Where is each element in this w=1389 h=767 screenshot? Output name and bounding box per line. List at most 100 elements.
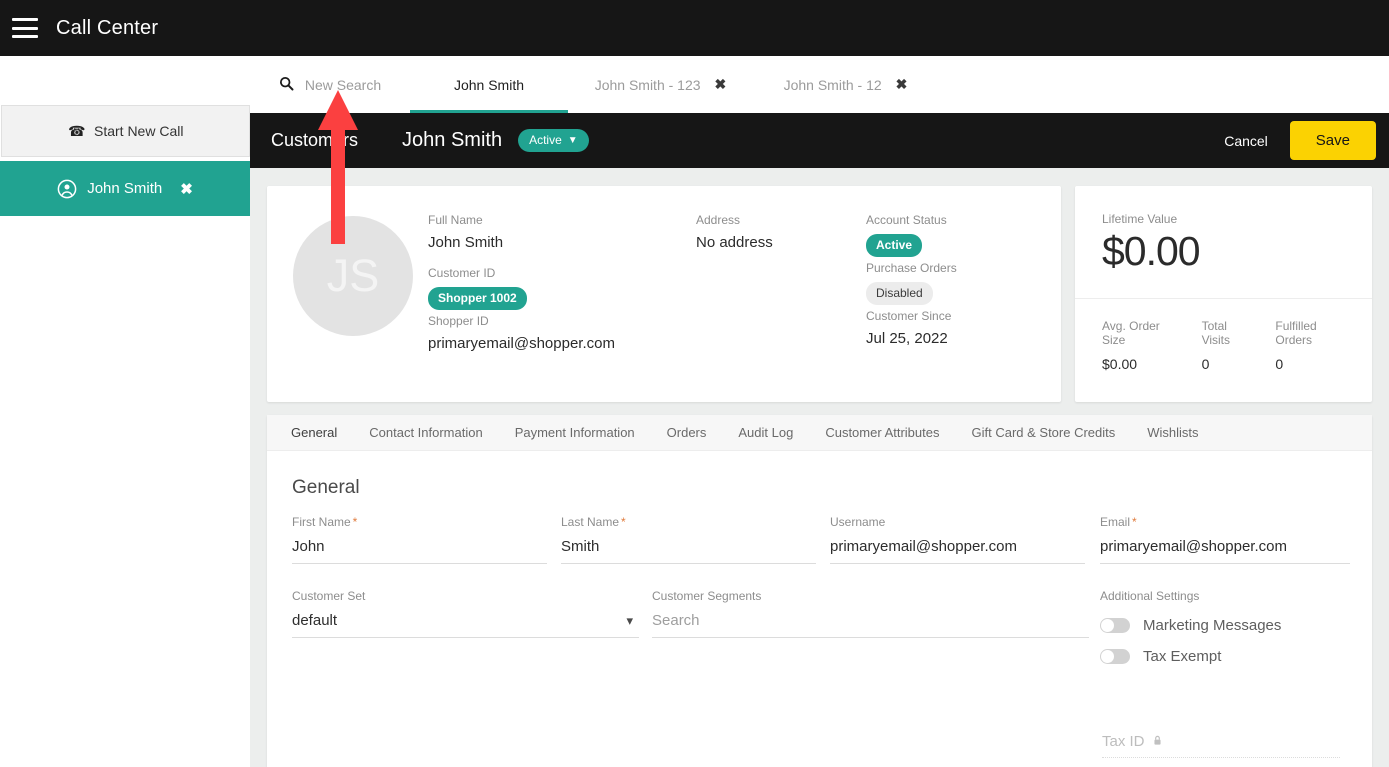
- customer-set-label: Customer Set: [292, 589, 639, 603]
- status-badge-dropdown[interactable]: Active ▼: [518, 129, 589, 152]
- start-new-call-button[interactable]: ☎ Start New Call: [1, 105, 250, 157]
- shopper-id-label: Shopper ID: [428, 314, 615, 328]
- status-badge-label: Active: [529, 133, 562, 147]
- email-label: Email*: [1100, 515, 1350, 529]
- lifetime-value-card: Lifetime Value $0.00 Avg. Order Size $0.…: [1075, 186, 1372, 402]
- lifetime-value-block: Lifetime Value $0.00: [1075, 186, 1372, 275]
- purchase-orders-badge: Disabled: [866, 282, 933, 305]
- tab-john-smith-123[interactable]: John Smith - 123 ✖: [568, 56, 753, 113]
- sidebar-active-call-label: John Smith: [87, 180, 162, 197]
- address-value: No address: [696, 234, 773, 251]
- customer-since-value: Jul 25, 2022: [866, 330, 951, 347]
- email-input[interactable]: primaryemail@shopper.com: [1100, 529, 1350, 564]
- field-customer-id: Customer ID Shopper 1002: [428, 266, 527, 310]
- field-username[interactable]: Username primaryemail@shopper.com: [830, 515, 1085, 564]
- lifetime-stats: Avg. Order Size $0.00 Total Visits 0 Ful…: [1102, 319, 1372, 372]
- customer-summary-card: JS Full Name John Smith Customer ID Shop…: [267, 186, 1061, 402]
- close-icon[interactable]: ✖: [715, 76, 727, 93]
- address-label: Address: [696, 213, 773, 227]
- tax-exempt-label: Tax Exempt: [1143, 648, 1221, 665]
- tab-payment-information[interactable]: Payment Information: [499, 425, 651, 440]
- main-area: New Search John Smith John Smith - 123 ✖…: [250, 56, 1389, 767]
- tab-orders[interactable]: Orders: [651, 425, 723, 440]
- tax-exempt-toggle[interactable]: [1100, 649, 1130, 664]
- field-email[interactable]: Email* primaryemail@shopper.com: [1100, 515, 1350, 564]
- field-tax-id: Tax ID: [1102, 733, 1340, 758]
- section-title-general: General: [292, 477, 1372, 499]
- app-title: Call Center: [56, 17, 158, 40]
- cancel-button[interactable]: Cancel: [1224, 133, 1268, 149]
- stat-value: 0: [1275, 356, 1352, 372]
- avatar: JS: [293, 216, 413, 336]
- hamburger-menu-icon[interactable]: [12, 18, 38, 38]
- tab-strip: New Search John Smith John Smith - 123 ✖…: [250, 56, 1389, 113]
- field-full-name: Full Name John Smith: [428, 213, 503, 251]
- field-customer-set[interactable]: Customer Set default ▾: [292, 589, 639, 638]
- lifetime-value-label: Lifetime Value: [1102, 212, 1372, 226]
- tab-wishlists[interactable]: Wishlists: [1131, 425, 1214, 440]
- close-icon[interactable]: ✖: [896, 76, 908, 93]
- full-name-label: Full Name: [428, 213, 503, 227]
- chevron-down-icon[interactable]: ▾: [626, 613, 633, 629]
- search-icon: [279, 76, 294, 94]
- customer-id-label: Customer ID: [428, 266, 527, 280]
- stat-avg-order-size: Avg. Order Size $0.00: [1102, 319, 1182, 372]
- stat-value: $0.00: [1102, 356, 1182, 372]
- breadcrumb-customers[interactable]: Customers: [271, 130, 358, 151]
- tab-contact-information[interactable]: Contact Information: [353, 425, 498, 440]
- tax-id-underline: [1102, 757, 1340, 758]
- first-name-input[interactable]: John: [292, 529, 547, 564]
- field-first-name[interactable]: First Name* John: [292, 515, 547, 564]
- last-name-input[interactable]: Smith: [561, 529, 816, 564]
- field-shopper-id: Shopper ID primaryemail@shopper.com: [428, 314, 615, 352]
- detail-subtab-bar: General Contact Information Payment Info…: [267, 415, 1372, 451]
- additional-settings-group: Additional Settings Marketing Messages T…: [1100, 589, 1360, 665]
- tab-john-smith-12-label: John Smith - 12: [784, 77, 882, 93]
- stat-value: 0: [1202, 356, 1256, 372]
- divider: [1075, 298, 1372, 299]
- customer-detail-panel: General Contact Information Payment Info…: [267, 415, 1372, 767]
- field-customer-segments[interactable]: Customer Segments Search: [652, 589, 1089, 638]
- user-circle-icon: [57, 179, 77, 199]
- tab-john-smith-label: John Smith: [454, 77, 524, 93]
- toggle-row-marketing-messages[interactable]: Marketing Messages: [1100, 617, 1360, 634]
- lifetime-value-amount: $0.00: [1102, 228, 1372, 275]
- account-status-badge: Active: [866, 234, 922, 257]
- customer-segments-input[interactable]: Search: [652, 603, 1089, 638]
- customer-since-label: Customer Since: [866, 309, 951, 323]
- toggle-row-tax-exempt[interactable]: Tax Exempt: [1100, 648, 1360, 665]
- field-last-name[interactable]: Last Name* Smith: [561, 515, 816, 564]
- field-address: Address No address: [696, 213, 773, 251]
- field-purchase-orders: Purchase Orders Disabled: [866, 261, 957, 305]
- tab-gift-card-store-credits[interactable]: Gift Card & Store Credits: [955, 425, 1131, 440]
- marketing-messages-label: Marketing Messages: [1143, 617, 1281, 634]
- customer-segments-label: Customer Segments: [652, 589, 1089, 603]
- tab-new-search-label: New Search: [305, 77, 381, 93]
- marketing-messages-toggle[interactable]: [1100, 618, 1130, 633]
- tab-john-smith-12[interactable]: John Smith - 12 ✖: [753, 56, 938, 113]
- phone-icon: ☎: [68, 123, 85, 140]
- tab-audit-log[interactable]: Audit Log: [722, 425, 809, 440]
- app-bar: Call Center: [0, 0, 1389, 56]
- additional-settings-label: Additional Settings: [1100, 589, 1360, 603]
- chevron-down-icon: ▼: [568, 135, 578, 146]
- sidebar-item-active-call[interactable]: John Smith ✖: [0, 161, 250, 216]
- page-title: John Smith: [402, 129, 502, 152]
- save-button[interactable]: Save: [1290, 121, 1376, 160]
- tab-customer-attributes[interactable]: Customer Attributes: [809, 425, 955, 440]
- shopper-id-value: primaryemail@shopper.com: [428, 335, 615, 352]
- tab-general[interactable]: General: [275, 425, 353, 440]
- stat-total-visits: Total Visits 0: [1202, 319, 1256, 372]
- customer-id-badge: Shopper 1002: [428, 287, 527, 310]
- tab-new-search[interactable]: New Search: [250, 56, 410, 113]
- username-input[interactable]: primaryemail@shopper.com: [830, 529, 1085, 564]
- close-icon[interactable]: ✖: [180, 180, 193, 198]
- stat-label: Fulfilled Orders: [1275, 319, 1352, 347]
- tab-john-smith-123-label: John Smith - 123: [595, 77, 701, 93]
- account-status-label: Account Status: [866, 213, 947, 227]
- customer-set-select[interactable]: default: [292, 603, 639, 638]
- field-account-status: Account Status Active: [866, 213, 947, 257]
- purchase-orders-label: Purchase Orders: [866, 261, 957, 275]
- stat-fulfilled-orders: Fulfilled Orders 0: [1275, 319, 1352, 372]
- tab-john-smith[interactable]: John Smith: [410, 56, 568, 113]
